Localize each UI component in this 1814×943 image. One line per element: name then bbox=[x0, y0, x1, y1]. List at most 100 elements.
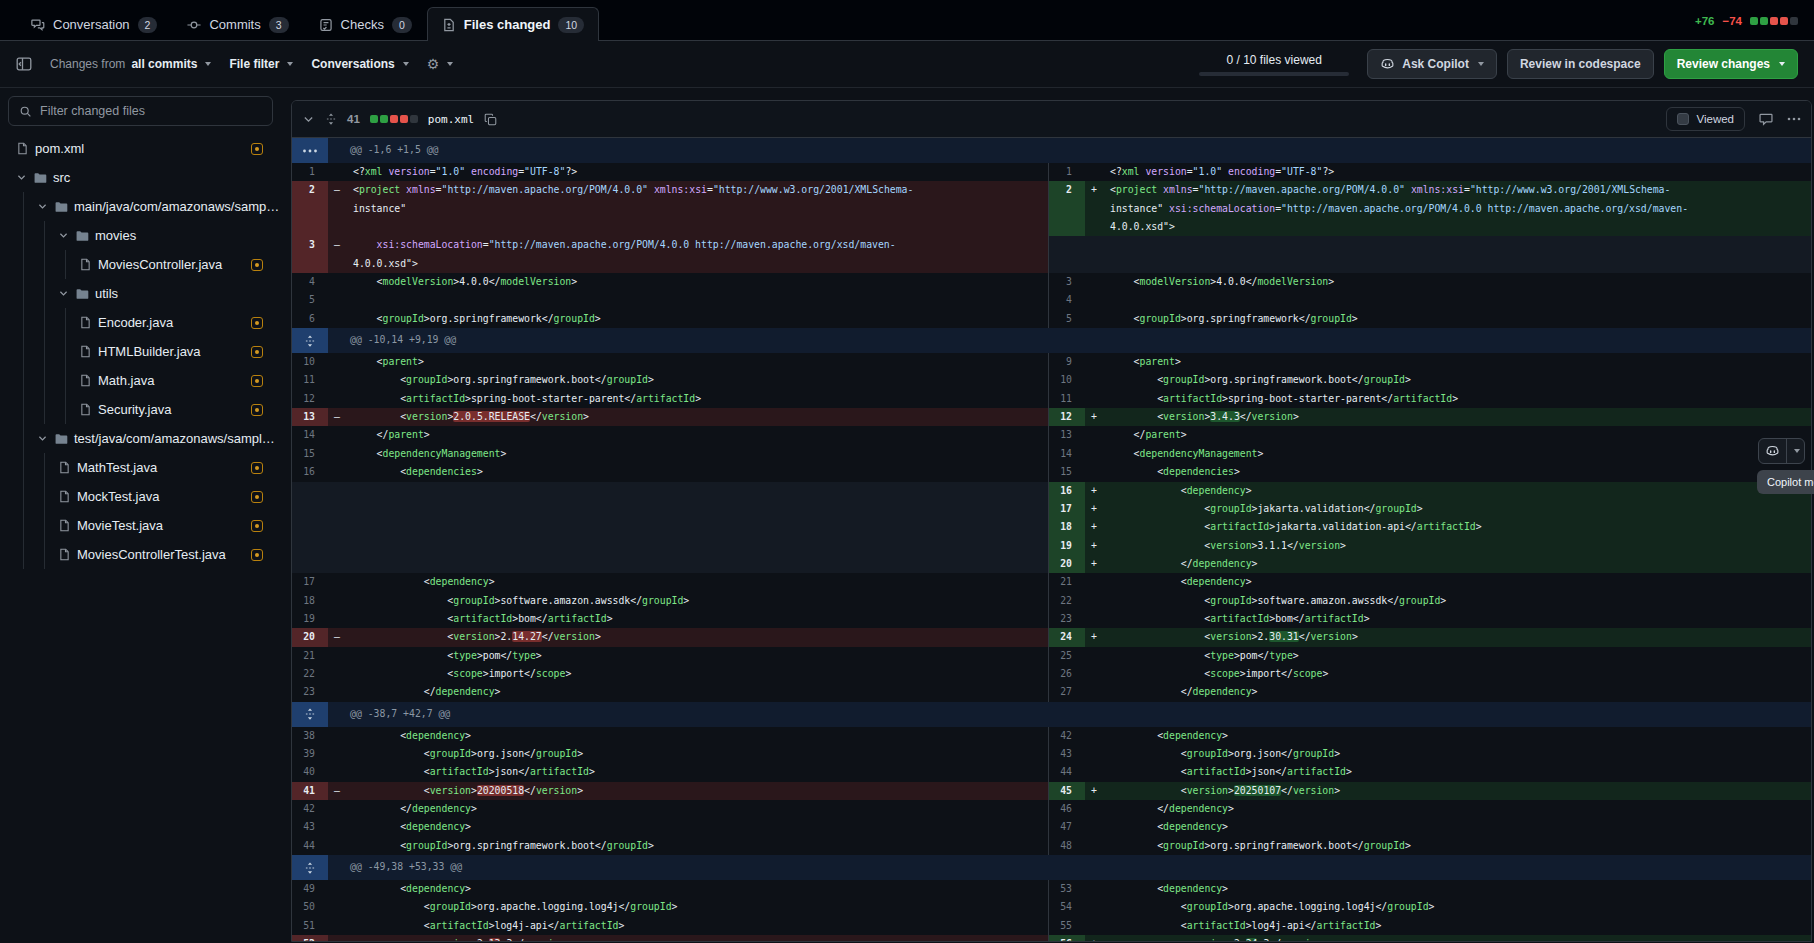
line-number[interactable]: 24 bbox=[1048, 628, 1085, 646]
line-number[interactable]: 42 bbox=[292, 800, 328, 818]
copy-icon[interactable] bbox=[484, 113, 497, 126]
line-number[interactable]: 2 bbox=[1048, 181, 1085, 236]
line-number[interactable]: 17 bbox=[292, 573, 328, 591]
line-number[interactable]: 46 bbox=[1048, 800, 1085, 818]
line-number[interactable]: 42 bbox=[1048, 727, 1085, 745]
tab-commits[interactable]: Commits3 bbox=[172, 7, 303, 41]
copilot-inline-button[interactable] bbox=[1758, 438, 1805, 464]
line-number[interactable]: 20 bbox=[292, 628, 328, 646]
conversations-dropdown[interactable]: Conversations bbox=[311, 57, 408, 71]
diff-settings-dropdown[interactable]: ⚙ bbox=[427, 57, 454, 71]
tree-folder-utils[interactable]: utils bbox=[8, 279, 273, 308]
tree-file-moviescontrollertest-java[interactable]: MoviesControllerTest.java bbox=[8, 540, 273, 569]
drag-handle-icon[interactable] bbox=[325, 112, 337, 126]
line-number[interactable]: 16 bbox=[1048, 482, 1085, 500]
review-changes-button[interactable]: Review changes bbox=[1664, 49, 1798, 79]
file-name[interactable]: pom.xml bbox=[428, 113, 474, 126]
line-number[interactable]: 53 bbox=[1048, 880, 1085, 898]
line-number[interactable]: 41 bbox=[292, 782, 328, 800]
line-number[interactable]: 22 bbox=[1048, 592, 1085, 610]
tree-file-math-java[interactable]: Math.java bbox=[8, 366, 273, 395]
expand-hunk-button[interactable] bbox=[292, 138, 328, 163]
tree-folder-main-java-com-amazonaws-samp-[interactable]: main/java/com/amazonaws/samp… bbox=[8, 192, 273, 221]
line-number[interactable]: 9 bbox=[1048, 353, 1085, 371]
line-number[interactable]: 13 bbox=[1048, 426, 1085, 444]
line-number[interactable]: 50 bbox=[292, 898, 328, 916]
line-number[interactable]: 23 bbox=[1048, 610, 1085, 628]
line-number[interactable]: 13 bbox=[292, 408, 328, 426]
line-number[interactable]: 16 bbox=[292, 463, 328, 481]
collapse-sidebar-icon[interactable] bbox=[16, 56, 32, 72]
line-number[interactable]: 15 bbox=[292, 445, 328, 463]
line-number[interactable]: 2 bbox=[292, 181, 328, 236]
comment-icon[interactable] bbox=[1759, 112, 1773, 126]
line-number[interactable]: 11 bbox=[1048, 390, 1085, 408]
viewed-toggle[interactable]: Viewed bbox=[1666, 107, 1745, 131]
tree-file-movietest-java[interactable]: MovieTest.java bbox=[8, 511, 273, 540]
line-number[interactable]: 26 bbox=[1048, 665, 1085, 683]
line-number[interactable]: 17 bbox=[1048, 500, 1085, 518]
line-number[interactable]: 11 bbox=[292, 371, 328, 389]
line-number[interactable]: 40 bbox=[292, 763, 328, 781]
tree-folder-movies[interactable]: movies bbox=[8, 221, 273, 250]
line-number[interactable]: 21 bbox=[1048, 573, 1085, 591]
line-number[interactable]: 27 bbox=[1048, 683, 1085, 701]
file-filter-dropdown[interactable]: File filter bbox=[229, 57, 293, 71]
line-number[interactable]: 49 bbox=[292, 880, 328, 898]
line-number[interactable]: 12 bbox=[1048, 408, 1085, 426]
tab-files-changed[interactable]: Files changed10 bbox=[427, 7, 599, 41]
line-number[interactable]: 44 bbox=[1048, 763, 1085, 781]
line-number[interactable]: 15 bbox=[1048, 463, 1085, 481]
line-number[interactable]: 39 bbox=[292, 745, 328, 763]
line-number[interactable]: 4 bbox=[1048, 291, 1085, 309]
tree-file-mocktest-java[interactable]: MockTest.java bbox=[8, 482, 273, 511]
line-number[interactable]: 25 bbox=[1048, 647, 1085, 665]
line-number[interactable]: 1 bbox=[292, 163, 328, 181]
filter-changed-files-input[interactable]: Filter changed files bbox=[8, 96, 273, 126]
line-number[interactable]: 52 bbox=[292, 935, 328, 942]
line-number[interactable]: 5 bbox=[1048, 310, 1085, 328]
line-number[interactable]: 20 bbox=[1048, 555, 1085, 573]
line-number[interactable]: 12 bbox=[292, 390, 328, 408]
line-number[interactable]: 23 bbox=[292, 683, 328, 701]
tree-folder-src[interactable]: src bbox=[8, 163, 273, 192]
line-number[interactable]: 21 bbox=[292, 647, 328, 665]
line-number[interactable]: 54 bbox=[1048, 898, 1085, 916]
line-number[interactable]: 45 bbox=[1048, 782, 1085, 800]
line-number[interactable]: 1 bbox=[1048, 163, 1085, 181]
kebab-menu-icon[interactable] bbox=[1787, 117, 1801, 121]
line-number[interactable]: 43 bbox=[292, 818, 328, 836]
tree-file-mathtest-java[interactable]: MathTest.java bbox=[8, 453, 273, 482]
line-number[interactable]: 18 bbox=[292, 592, 328, 610]
review-in-codespace-button[interactable]: Review in codespace bbox=[1507, 49, 1654, 79]
tree-file-moviescontroller-java[interactable]: MoviesController.java bbox=[8, 250, 273, 279]
tab-checks[interactable]: Checks0 bbox=[304, 7, 427, 41]
line-number[interactable]: 14 bbox=[292, 426, 328, 444]
tree-file-pom-xml[interactable]: pom.xml bbox=[8, 134, 273, 163]
expand-hunk-button[interactable] bbox=[292, 855, 328, 880]
line-number[interactable]: 48 bbox=[1048, 837, 1085, 855]
line-number[interactable]: 19 bbox=[1048, 537, 1085, 555]
line-number[interactable]: 22 bbox=[292, 665, 328, 683]
line-number[interactable]: 3 bbox=[292, 236, 328, 273]
line-number[interactable]: 10 bbox=[292, 353, 328, 371]
tree-file-security-java[interactable]: Security.java bbox=[8, 395, 273, 424]
expand-hunk-button[interactable] bbox=[292, 702, 328, 727]
tree-file-encoder-java[interactable]: Encoder.java bbox=[8, 308, 273, 337]
line-number[interactable]: 3 bbox=[1048, 273, 1085, 291]
line-number[interactable]: 47 bbox=[1048, 818, 1085, 836]
line-number[interactable]: 56 bbox=[1048, 935, 1085, 942]
line-number[interactable]: 4 bbox=[292, 273, 328, 291]
line-number[interactable]: 43 bbox=[1048, 745, 1085, 763]
expand-hunk-button[interactable] bbox=[292, 328, 328, 353]
line-number[interactable]: 19 bbox=[292, 610, 328, 628]
line-number[interactable]: 55 bbox=[1048, 917, 1085, 935]
tree-file-htmlbuilder-java[interactable]: HTMLBuilder.java bbox=[8, 337, 273, 366]
ask-copilot-button[interactable]: Ask Copilot bbox=[1367, 49, 1497, 79]
line-number[interactable]: 10 bbox=[1048, 371, 1085, 389]
line-number[interactable]: 5 bbox=[292, 291, 328, 309]
chevron-down-icon[interactable] bbox=[1787, 439, 1804, 463]
line-number[interactable]: 44 bbox=[292, 837, 328, 855]
tab-conversation[interactable]: Conversation2 bbox=[16, 7, 172, 41]
line-number[interactable]: 38 bbox=[292, 727, 328, 745]
